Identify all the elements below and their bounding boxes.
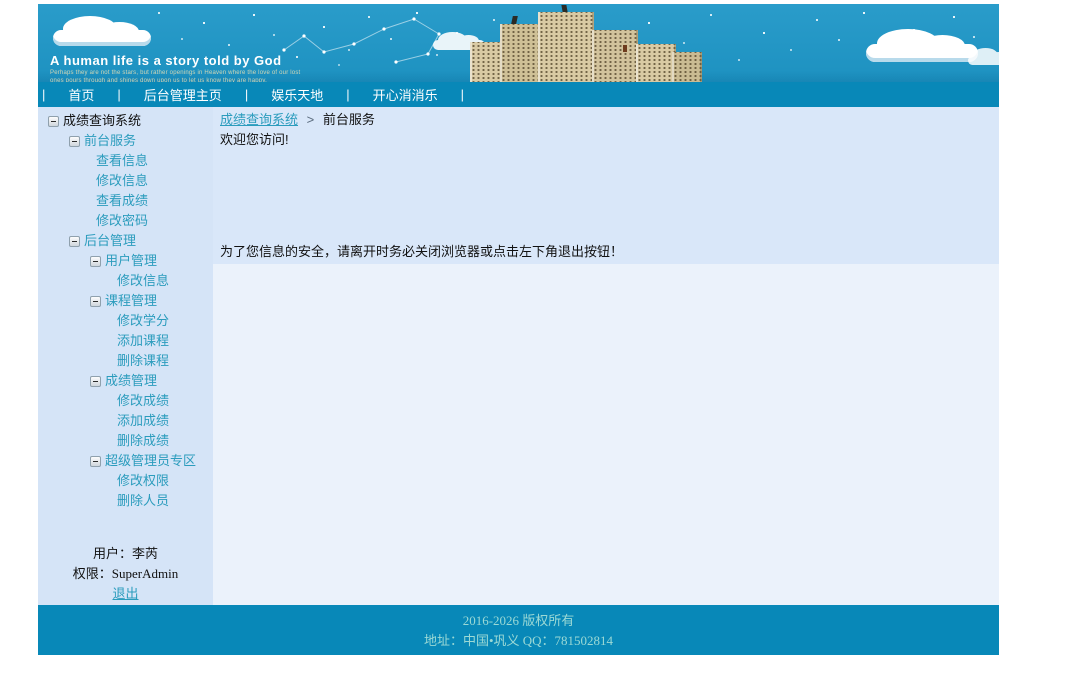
copyright-line: 2016-2026 版权所有 — [38, 611, 999, 631]
footer: 2016-2026 版权所有 地址：中国•巩义 QQ：781502814 — [38, 605, 999, 655]
tree-item-10[interactable]: 修改学分 — [38, 311, 213, 331]
welcome-message: 欢迎您访问! — [220, 131, 289, 149]
tree-item-label[interactable]: 修改学分 — [117, 311, 169, 331]
breadcrumb: 成绩查询系统 > 前台服务 — [220, 111, 375, 129]
address-line: 地址：中国•巩义 QQ：781502814 — [38, 631, 999, 651]
nav-item-2[interactable]: 娱乐天地 — [271, 85, 323, 104]
banner-slogan: A human life is a story told by God Perh… — [50, 54, 300, 82]
main-content-top: 成绩查询系统 > 前台服务 欢迎您访问! 为了您信息的安全，请离开时务必关闭浏览… — [213, 107, 999, 264]
tree-item-2[interactable]: 查看信息 — [38, 151, 213, 171]
nav-item-0[interactable]: 首页 — [68, 85, 94, 104]
tree-item-1[interactable]: 前台服务 — [38, 131, 213, 151]
nav-item-3[interactable]: 开心消消乐 — [373, 85, 438, 104]
tree-item-0[interactable]: 成绩查询系统 — [38, 111, 213, 131]
tree-collapse-icon[interactable] — [90, 376, 101, 387]
tree-item-label[interactable]: 修改成绩 — [117, 391, 169, 411]
slogan-subtitle-line1: Perhaps they are not the stars, but rath… — [50, 70, 300, 76]
tree-item-label[interactable]: 删除课程 — [117, 351, 169, 371]
permission-label: 权限：SuperAdmin — [38, 564, 213, 584]
nav-separator: | — [117, 87, 120, 102]
nav-separator: | — [245, 87, 248, 102]
breadcrumb-separator: > — [307, 112, 315, 127]
nav-item-1[interactable]: 后台管理主页 — [144, 85, 222, 104]
building — [538, 12, 594, 82]
tree-item-label[interactable]: 删除成绩 — [117, 431, 169, 451]
tree-collapse-icon[interactable] — [90, 256, 101, 267]
tree-collapse-icon[interactable] — [69, 136, 80, 147]
figure-silhouette — [561, 5, 567, 12]
tree-item-label[interactable]: 删除人员 — [117, 491, 169, 511]
tree-collapse-icon[interactable] — [48, 116, 59, 127]
tree-item-7[interactable]: 用户管理 — [38, 251, 213, 271]
tree-item-label[interactable]: 添加成绩 — [117, 411, 169, 431]
page: A human life is a story told by God Perh… — [38, 4, 999, 655]
page-body: 成绩查询系统前台服务查看信息修改信息查看成绩修改密码后台管理用户管理修改信息课程… — [38, 107, 999, 605]
banner: A human life is a story told by God Perh… — [38, 4, 999, 82]
tree-item-3[interactable]: 修改信息 — [38, 171, 213, 191]
tree-item-17[interactable]: 超级管理员专区 — [38, 451, 213, 471]
tree-item-label[interactable]: 修改信息 — [117, 271, 169, 291]
tree-item-label[interactable]: 前台服务 — [84, 131, 136, 151]
tree-item-12[interactable]: 删除课程 — [38, 351, 213, 371]
tree-item-label[interactable]: 修改权限 — [117, 471, 169, 491]
tree-collapse-icon[interactable] — [90, 456, 101, 467]
breadcrumb-current: 前台服务 — [323, 112, 375, 127]
tree-item-label[interactable]: 修改密码 — [96, 211, 148, 231]
building — [636, 44, 676, 82]
tree-item-11[interactable]: 添加课程 — [38, 331, 213, 351]
tree-item-15[interactable]: 添加成绩 — [38, 411, 213, 431]
nav-separator: | — [42, 87, 45, 102]
sidebar-tree: 成绩查询系统前台服务查看信息修改信息查看成绩修改密码后台管理用户管理修改信息课程… — [38, 111, 213, 511]
logout-link[interactable]: 退出 — [112, 586, 138, 601]
tree-item-14[interactable]: 修改成绩 — [38, 391, 213, 411]
figure-silhouette — [511, 16, 518, 24]
user-info-block: 用户：李芮 权限：SuperAdmin 退出 — [38, 544, 213, 604]
tree-item-8[interactable]: 修改信息 — [38, 271, 213, 291]
tree-item-label[interactable]: 超级管理员专区 — [105, 451, 196, 471]
breadcrumb-link-home[interactable]: 成绩查询系统 — [220, 112, 298, 127]
sidebar: 成绩查询系统前台服务查看信息修改信息查看成绩修改密码后台管理用户管理修改信息课程… — [38, 107, 213, 605]
tree-item-label[interactable]: 修改信息 — [96, 171, 148, 191]
tree-item-label[interactable]: 用户管理 — [105, 251, 157, 271]
tree-item-label[interactable]: 成绩管理 — [105, 371, 157, 391]
nav-separator: | — [346, 87, 349, 102]
tree-item-13[interactable]: 成绩管理 — [38, 371, 213, 391]
main-content: 成绩查询系统 > 前台服务 欢迎您访问! 为了您信息的安全，请离开时务必关闭浏览… — [213, 107, 999, 605]
slogan-subtitle-line2: ones pours through and shines down upon … — [50, 78, 300, 82]
building — [672, 52, 702, 82]
tree-item-label[interactable]: 查看信息 — [96, 151, 148, 171]
tree-collapse-icon[interactable] — [90, 296, 101, 307]
security-notice: 为了您信息的安全，请离开时务必关闭浏览器或点击左下角退出按钮！ — [220, 243, 623, 261]
user-label: 用户：李芮 — [38, 544, 213, 564]
tree-item-label[interactable]: 后台管理 — [84, 231, 136, 251]
tree-item-18[interactable]: 修改权限 — [38, 471, 213, 491]
tree-item-16[interactable]: 删除成绩 — [38, 431, 213, 451]
tree-item-label[interactable]: 成绩查询系统 — [63, 111, 141, 131]
tree-collapse-icon[interactable] — [69, 236, 80, 247]
tree-item-label[interactable]: 查看成绩 — [96, 191, 148, 211]
tree-item-4[interactable]: 查看成绩 — [38, 191, 213, 211]
tree-item-label[interactable]: 课程管理 — [105, 291, 157, 311]
nav-separator: | — [461, 87, 464, 102]
figure-silhouette — [623, 45, 627, 52]
tree-item-19[interactable]: 删除人员 — [38, 491, 213, 511]
tree-item-6[interactable]: 后台管理 — [38, 231, 213, 251]
main-content-bottom — [213, 264, 999, 605]
tree-item-label[interactable]: 添加课程 — [117, 331, 169, 351]
slogan-title: A human life is a story told by God — [50, 54, 300, 68]
building — [500, 24, 540, 82]
tree-item-9[interactable]: 课程管理 — [38, 291, 213, 311]
building — [592, 30, 638, 82]
top-nav-bar: | 首页 | 后台管理主页 | 娱乐天地 | 开心消消乐 | — [38, 82, 999, 107]
tree-item-5[interactable]: 修改密码 — [38, 211, 213, 231]
